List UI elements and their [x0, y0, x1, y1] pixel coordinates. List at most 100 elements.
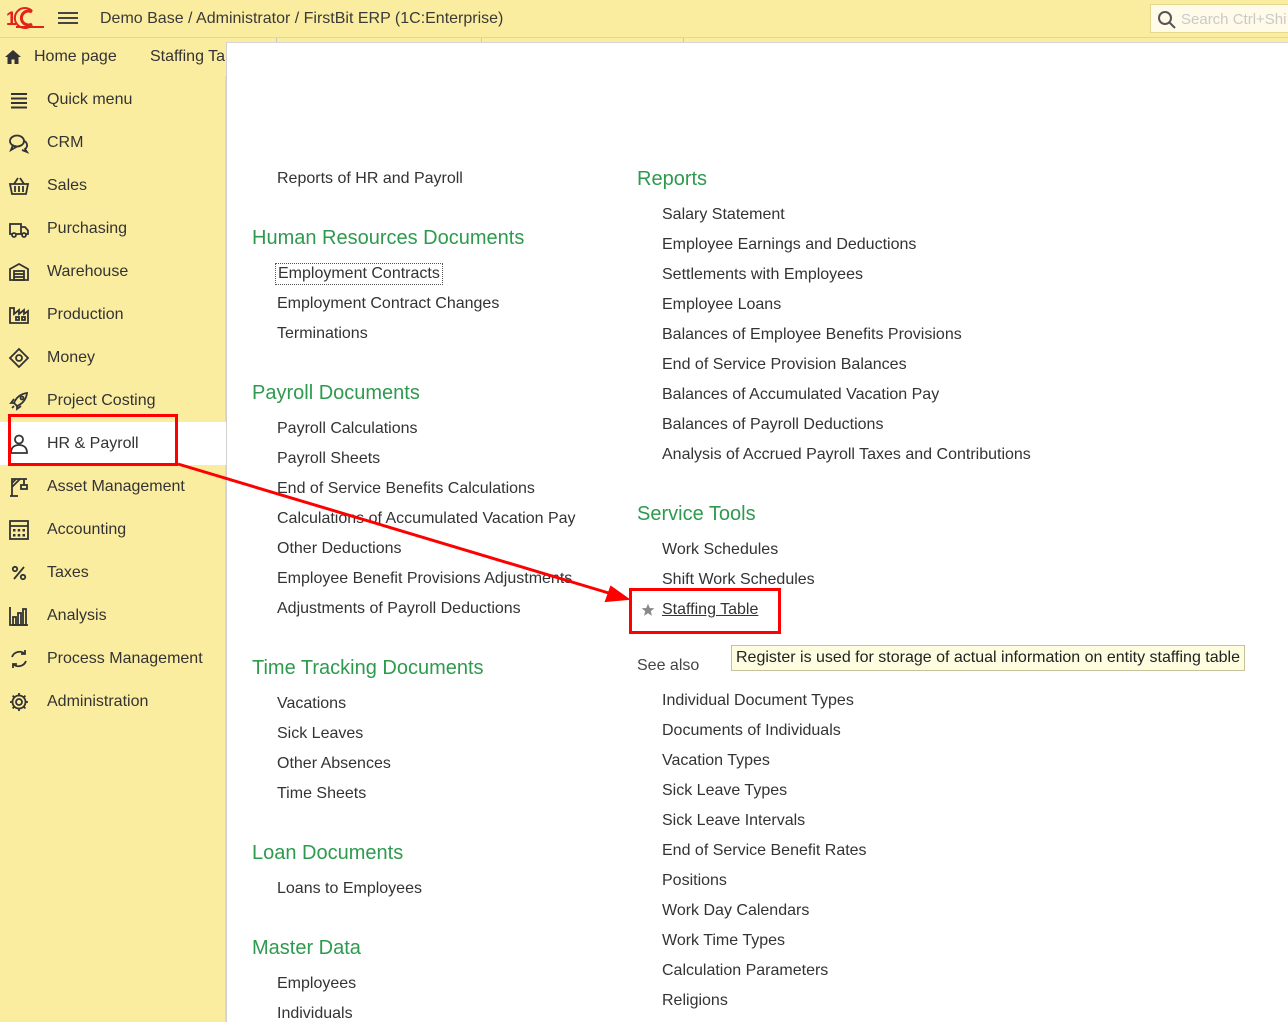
sidebar-item-quick-menu[interactable]: Quick menu: [0, 78, 226, 121]
link-time-sheets[interactable]: Time Sheets: [277, 785, 366, 803]
sidebar-item-production[interactable]: Production: [0, 293, 226, 336]
sidebar-item-label: CRM: [47, 134, 84, 151]
hr-payroll-panel: [226, 43, 1288, 1022]
section-title-service-tools: Service Tools: [637, 503, 756, 525]
sidebar-item-label: Taxes: [47, 564, 89, 581]
sidebar-item-label: Accounting: [47, 521, 127, 538]
link-religions[interactable]: Religions: [662, 992, 728, 1010]
sidebar-item-sales[interactable]: Sales: [0, 164, 226, 207]
link-employee-benefit-provisions-adjustments[interactable]: Employee Benefit Provisions Adjustments: [277, 570, 572, 588]
staffing-table-tooltip: Register is used for storage of actual i…: [731, 645, 1245, 671]
section-title-hr-documents: Human Resources Documents: [252, 227, 525, 249]
sidebar-item-label: Analysis: [47, 607, 107, 624]
sidebar-item-analysis[interactable]: Analysis: [0, 594, 226, 637]
link-documents-of-individuals[interactable]: Documents of Individuals: [662, 722, 841, 740]
link-analysis-of-accrued-payroll-taxes[interactable]: Analysis of Accrued Payroll Taxes and Co…: [662, 446, 1031, 464]
link-vacation-types[interactable]: Vacation Types: [662, 752, 770, 770]
link-loans-to-employees[interactable]: Loans to Employees: [277, 880, 422, 898]
1c-logo[interactable]: 1: [6, 7, 44, 29]
search-input[interactable]: [1181, 9, 1287, 29]
link-end-of-service-benefits-calculations[interactable]: End of Service Benefits Calculations: [277, 480, 535, 498]
link-balances-of-accumulated-vacation-pay[interactable]: Balances of Accumulated Vacation Pay: [662, 386, 939, 404]
sidebar-item-label: Asset Management: [47, 478, 185, 495]
highlight-box-staffing-table: [629, 588, 781, 634]
factory-icon: [9, 307, 29, 324]
sidebar-item-crm[interactable]: CRM: [0, 121, 226, 164]
app-title: Demo Base / Administrator / FirstBit ERP…: [100, 10, 504, 27]
link-other-deductions[interactable]: Other Deductions: [277, 540, 402, 558]
section-title-time-tracking-documents: Time Tracking Documents: [252, 657, 484, 679]
crane-icon: [10, 478, 28, 497]
bar-chart-icon: [9, 607, 28, 626]
gear-icon: [10, 693, 28, 711]
link-end-of-service-benefit-rates[interactable]: End of Service Benefit Rates: [662, 842, 867, 860]
sidebar-item-process-management[interactable]: Process Management: [0, 637, 226, 680]
panel-top-border: [226, 42, 1288, 43]
link-positions[interactable]: Positions: [662, 872, 727, 890]
main-menu-icon[interactable]: [58, 9, 78, 29]
link-sick-leave-types[interactable]: Sick Leave Types: [662, 782, 787, 800]
percent-icon: [11, 565, 27, 581]
link-calculations-of-accumulated-vacation-pay[interactable]: Calculations of Accumulated Vacation Pay: [277, 510, 576, 528]
sidebar-item-purchasing[interactable]: Purchasing: [0, 207, 226, 250]
sidebar-item-label: Project Costing: [47, 392, 156, 409]
sidebar-item-taxes[interactable]: Taxes: [0, 551, 226, 594]
highlight-box-hr-payroll: [8, 414, 178, 466]
link-terminations[interactable]: Terminations: [277, 325, 368, 343]
link-sick-leaves[interactable]: Sick Leaves: [277, 725, 363, 743]
link-end-of-service-provision-balances[interactable]: End of Service Provision Balances: [662, 356, 907, 374]
link-calculation-parameters[interactable]: Calculation Parameters: [662, 962, 828, 980]
process-cycle-icon: [11, 650, 27, 668]
sidebar-item-accounting[interactable]: Accounting: [0, 508, 226, 551]
truck-icon: [9, 223, 29, 238]
link-employees[interactable]: Employees: [277, 975, 356, 993]
link-adjustments-of-payroll-deductions[interactable]: Adjustments of Payroll Deductions: [277, 600, 521, 618]
warehouse-icon: [9, 262, 29, 281]
tab-home-page[interactable]: Home page: [0, 38, 134, 76]
link-settlements-with-employees[interactable]: Settlements with Employees: [662, 266, 863, 284]
link-employee-earnings-and-deductions[interactable]: Employee Earnings and Deductions: [662, 236, 916, 254]
section-title-master-data: Master Data: [252, 937, 361, 959]
sidebar-item-administration[interactable]: Administration: [0, 680, 226, 723]
link-individuals[interactable]: Individuals: [277, 1005, 353, 1022]
link-other-absences[interactable]: Other Absences: [277, 755, 391, 773]
tab-staffing-table[interactable]: Staffing Table: [150, 38, 230, 76]
link-employee-loans[interactable]: Employee Loans: [662, 296, 781, 314]
search-box[interactable]: [1150, 4, 1288, 33]
link-balances-of-employee-benefits-provisions[interactable]: Balances of Employee Benefits Provisions: [662, 326, 962, 344]
link-work-schedules[interactable]: Work Schedules: [662, 541, 778, 559]
rocket-icon: [9, 391, 29, 411]
link-employment-contract-changes[interactable]: Employment Contract Changes: [277, 295, 499, 313]
link-payroll-calculations[interactable]: Payroll Calculations: [277, 420, 418, 438]
link-shift-work-schedules[interactable]: Shift Work Schedules: [662, 571, 815, 589]
link-vacations[interactable]: Vacations: [277, 695, 346, 713]
sidebar-item-label: Warehouse: [47, 263, 129, 280]
link-sick-leave-intervals[interactable]: Sick Leave Intervals: [662, 812, 805, 830]
sidebar-item-money[interactable]: Money: [0, 336, 226, 379]
link-employment-contracts[interactable]: Employment Contracts: [275, 263, 443, 285]
search-icon: [1158, 11, 1176, 29]
link-reports-of-hr-and-payroll[interactable]: Reports of HR and Payroll: [277, 170, 463, 188]
chat-bubbles-icon: [9, 134, 30, 154]
section-title-see-also: See also: [637, 657, 700, 674]
link-salary-statement[interactable]: Salary Statement: [662, 206, 785, 224]
sidebar-item-label: Process Management: [47, 650, 203, 667]
section-title-payroll-documents: Payroll Documents: [252, 382, 420, 404]
home-icon: [5, 50, 21, 64]
link-individual-document-types[interactable]: Individual Document Types: [662, 692, 854, 710]
sidebar-item-asset-management[interactable]: Asset Management: [0, 465, 226, 508]
sidebar-item-label: Purchasing: [47, 220, 128, 237]
sidebar: Quick menu CRM Sales Purchasing Warehous…: [0, 76, 226, 1022]
tab-label: Staffing Table: [150, 48, 230, 65]
sidebar-item-label: Money: [47, 349, 96, 366]
sidebar-item-label: Administration: [47, 693, 149, 710]
link-work-time-types[interactable]: Work Time Types: [662, 932, 785, 950]
sidebar-item-label: Sales: [47, 177, 88, 194]
section-title-loan-documents: Loan Documents: [252, 842, 404, 864]
top-bar: 1 Demo Base / Administrator / FirstBit E…: [0, 0, 1288, 38]
tab-label: Home page: [34, 48, 117, 65]
link-work-day-calendars[interactable]: Work Day Calendars: [662, 902, 809, 920]
link-balances-of-payroll-deductions[interactable]: Balances of Payroll Deductions: [662, 416, 883, 434]
link-payroll-sheets[interactable]: Payroll Sheets: [277, 450, 380, 468]
sidebar-item-warehouse[interactable]: Warehouse: [0, 250, 226, 293]
